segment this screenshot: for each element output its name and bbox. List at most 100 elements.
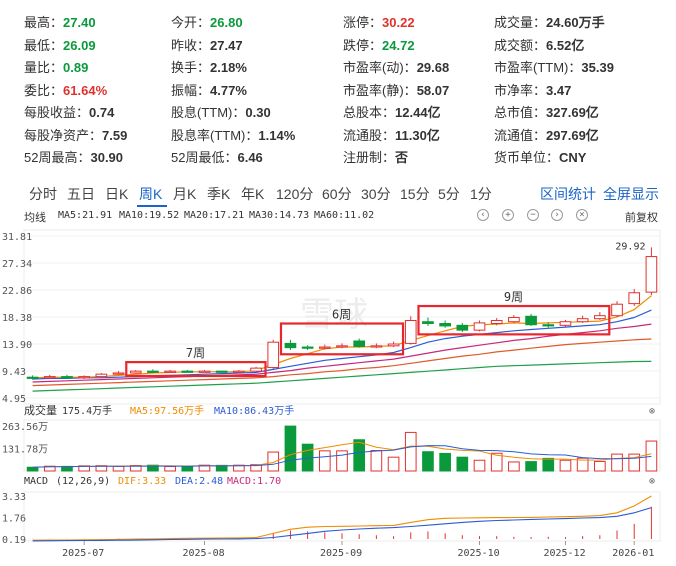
interval-stats-link[interactable]: 区间统计 (540, 184, 596, 204)
quote-label: 每股净资产 (24, 127, 90, 143)
quote-field: 昨收：27.47 (171, 37, 243, 53)
tab-1min[interactable]: 1分 (470, 184, 492, 204)
active-tab-underline (137, 205, 167, 207)
candle-body (147, 370, 159, 373)
zoom-out-icon[interactable]: − (527, 209, 539, 221)
quote-label: 成交量 (494, 15, 534, 30)
candle-body (112, 372, 125, 375)
scroll-left-icon[interactable]: ‹ (477, 209, 489, 221)
candle-body (594, 315, 606, 320)
candle-body (233, 370, 245, 373)
quote-value: 0.89 (63, 60, 89, 75)
quote-label: 涨停 (343, 15, 370, 30)
quote-value: 3.47 (546, 82, 572, 98)
annotation-label: 7周 (186, 346, 205, 360)
quote-value: CNY (559, 150, 587, 165)
tab-jik[interactable]: 季K (207, 184, 230, 204)
candle-body (267, 341, 280, 369)
candle-body (422, 321, 434, 325)
quote-label: 市净率 (494, 82, 534, 98)
quote-label: 振幅 (171, 82, 198, 98)
volume-tick-label: 263.56万 (2, 422, 48, 433)
tab-120min[interactable]: 120分 (276, 184, 313, 204)
zoom-in-icon[interactable]: + (502, 209, 514, 221)
quote-label: 市盈率(动) (343, 60, 404, 75)
volume-bar (456, 456, 469, 472)
quote-value: 58.07 (416, 82, 450, 98)
volume-bar (267, 451, 280, 472)
quote-value: 0.30 (245, 105, 271, 120)
price-tick-label: 9.43 (2, 367, 26, 378)
quote-field: 最低：26.09 (24, 37, 96, 53)
tab-15min[interactable]: 15分 (400, 184, 430, 204)
tab-niank[interactable]: 年K (241, 184, 264, 204)
quote-label: 今开 (171, 15, 198, 30)
kline-header: 均线 MA5:21.91 MA10:19.52 MA20:17.21 MA30:… (0, 209, 676, 225)
candle-body (508, 316, 520, 323)
quote-field: 股息率(TTM)：1.14% (171, 127, 296, 143)
quote-label: 52周最低 (171, 150, 225, 165)
quote-value: 29.68 (416, 60, 450, 75)
candle-body (353, 340, 366, 347)
ma20-label: MA20:17.21 (184, 210, 245, 221)
candle-body (129, 370, 142, 374)
x-axis-label: 2025-09 (320, 548, 362, 559)
tab-5min[interactable]: 5分 (438, 184, 460, 204)
volume-bar (473, 459, 486, 472)
quote-value: 27.47 (210, 37, 243, 53)
quote-value: 327.69亿 (546, 105, 599, 120)
quote-field: 52周最低：6.46 (171, 150, 263, 165)
ma30-label: MA30:14.73 (249, 210, 310, 221)
tab-fenshi[interactable]: 分时 (29, 184, 57, 204)
quote-label: 跌停 (343, 37, 370, 53)
volume-ma5: MA5:97.56万手 (130, 404, 204, 417)
quote-field: 每股净资产：7.59 (24, 127, 128, 143)
volume-bar (508, 461, 520, 472)
quote-field: 量比：0.89 (24, 60, 89, 75)
quote-label: 委比 (24, 82, 51, 98)
candle-body (490, 319, 503, 325)
volume-bar (353, 439, 366, 472)
quote-label: 量比 (24, 60, 51, 75)
quote-field: 总市值：327.69亿 (494, 105, 599, 120)
tab-60min[interactable]: 60分 (322, 184, 352, 204)
tab-30min[interactable]: 30分 (361, 184, 391, 204)
price-tick-label: 4.95 (2, 394, 26, 405)
quote-value: 35.39 (581, 60, 614, 75)
candle-body (26, 376, 39, 379)
candle-body (250, 367, 262, 372)
fullscreen-link[interactable]: 全屏显示 (603, 184, 659, 204)
candle-body (473, 322, 486, 331)
quote-field: 流通值：297.69亿 (494, 127, 599, 143)
quote-value: 26.09 (63, 37, 96, 53)
quote-label: 流通值 (494, 127, 534, 143)
quote-field: 注册制：否 (343, 150, 409, 165)
x-axis-label: 2025-08 (182, 548, 224, 559)
tab-rik[interactable]: 日K (105, 184, 128, 204)
ma60-label: MA60:11.02 (314, 210, 375, 221)
quote-row: 每股收益：0.74 股息(TTM)：0.30 总股本：12.44亿 总市值：327.6… (0, 102, 676, 122)
ma5-label: MA5:21.91 (58, 210, 113, 221)
quote-field: 股息(TTM)：0.30 (171, 105, 271, 120)
candle-body (181, 370, 194, 373)
quote-field: 委比：61.64% (24, 82, 108, 98)
annotation-label: 6周 (332, 308, 351, 322)
ma10-label: MA10:19.52 (119, 210, 180, 221)
tab-zhouk[interactable]: 周K (139, 184, 162, 204)
quote-value: 61.64% (63, 82, 108, 98)
kline-chart[interactable]: 31.8127.3422.8618.3813.909.434.95雪球29.92… (0, 226, 676, 566)
volume-current: 175.4万手 (62, 404, 112, 417)
candle-body (542, 324, 555, 327)
tab-wuri[interactable]: 五日 (67, 184, 95, 204)
quote-label: 最低 (24, 37, 51, 53)
macd-tick-label: 1.76 (2, 514, 26, 525)
reset-icon[interactable]: × (576, 209, 588, 221)
fuquan-toggle[interactable]: 前复权 (625, 209, 658, 225)
tab-yuek[interactable]: 月K (173, 184, 196, 204)
period-tabs: 分时 五日 日K 周K 月K 季K 年K 120分 60分 30分 15分 5分… (0, 184, 676, 207)
peak-price-label: 29.92 (615, 241, 645, 252)
quote-label: 注册制 (343, 150, 383, 165)
scroll-right-icon[interactable]: › (551, 209, 563, 221)
price-tick-label: 27.34 (2, 259, 32, 270)
quote-label: 股息(TTM) (171, 105, 233, 120)
